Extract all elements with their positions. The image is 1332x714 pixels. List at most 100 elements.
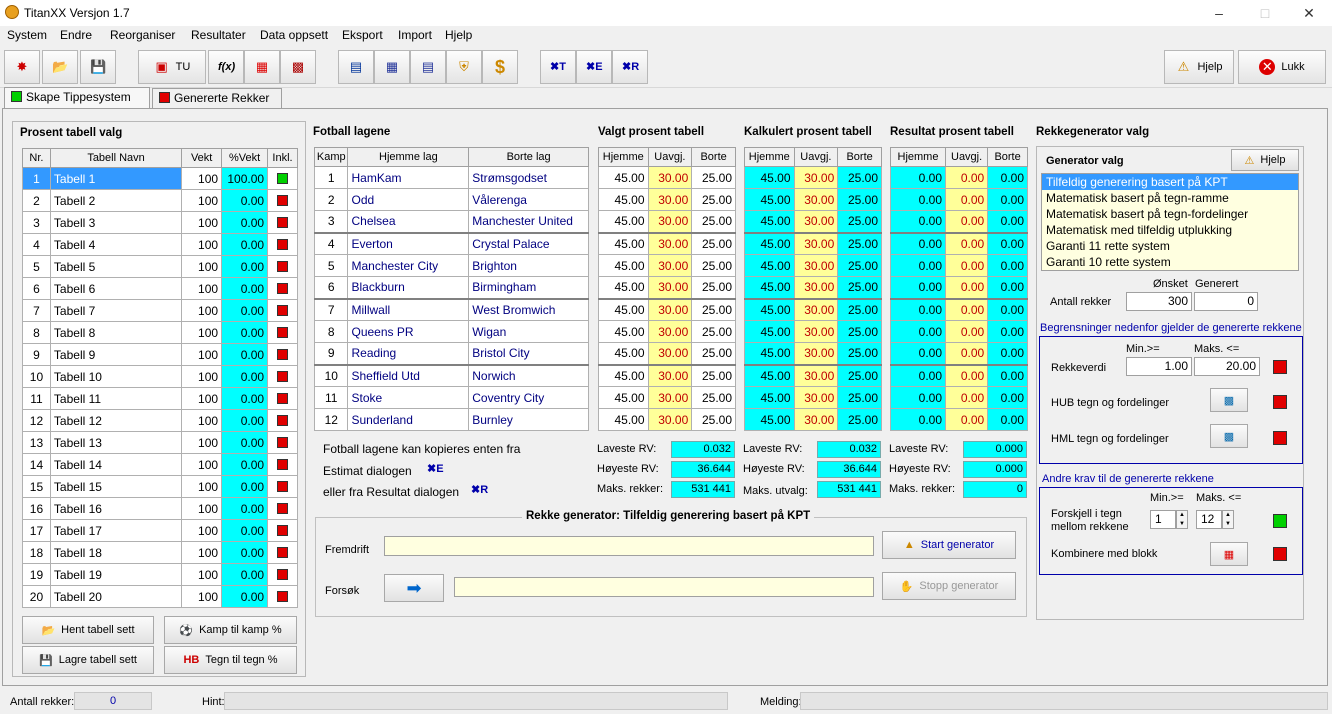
row-inkl[interactable] <box>267 211 298 234</box>
kalk-row[interactable]: 45.00 30.00 25.00 <box>744 276 882 299</box>
row-inkl[interactable] <box>267 321 298 344</box>
minimize-button[interactable]: – <box>1196 0 1242 26</box>
prosent-row[interactable]: 19 Tabell 19 100 0.00 <box>22 563 298 586</box>
row-inkl[interactable] <box>267 343 298 366</box>
valgt-row[interactable]: 45.00 30.00 25.00 <box>598 166 736 189</box>
row-hjemme[interactable]: 0.00 <box>890 364 946 387</box>
row-hjemme[interactable]: 45.00 <box>744 408 795 431</box>
row-borte[interactable]: 25.00 <box>691 254 736 277</box>
save-button[interactable]: 💾 <box>80 50 116 84</box>
red-square-icon[interactable] <box>277 436 289 448</box>
row-uavgj[interactable]: 0.00 <box>944 408 989 431</box>
row-uavgj[interactable]: 0.00 <box>944 386 989 409</box>
row-hjemme[interactable]: 45.00 <box>744 298 795 321</box>
red-square-icon[interactable] <box>277 590 289 602</box>
row-uavgj[interactable]: 30.00 <box>647 298 693 321</box>
row-hjemme[interactable]: 45.00 <box>744 364 795 387</box>
row-borte-lag[interactable]: West Bromwich <box>468 298 589 321</box>
row-inkl[interactable] <box>267 387 298 410</box>
fotball-row[interactable]: 10 Sheffield Utd Norwich <box>313 364 589 387</box>
row-hjemme[interactable]: 45.00 <box>744 254 795 277</box>
kalk-row[interactable]: 45.00 30.00 25.00 <box>744 408 882 431</box>
row-vekt[interactable]: 100 <box>181 387 223 410</box>
row-uavgj[interactable]: 30.00 <box>647 232 693 255</box>
resultat-row[interactable]: 0.00 0.00 0.00 <box>890 210 1028 233</box>
fotball-row[interactable]: 5 Manchester City Brighton <box>313 254 589 277</box>
row-hjemme[interactable]: 0.00 <box>890 232 946 255</box>
forskjell-status-indicator[interactable] <box>1273 514 1287 528</box>
generator-option[interactable]: Garanti 11 rette system <box>1042 238 1298 254</box>
row-borte-lag[interactable]: Burnley <box>468 408 589 431</box>
kpt-r-button[interactable]: ✖R <box>612 50 648 84</box>
row-hjemme[interactable]: 45.00 <box>598 342 649 365</box>
row-vekt[interactable]: 100 <box>181 211 223 234</box>
valgt-row[interactable]: 45.00 30.00 25.00 <box>598 342 736 365</box>
row-borte-lag[interactable]: Wigan <box>468 320 589 343</box>
valgt-row[interactable]: 45.00 30.00 25.00 <box>598 298 736 321</box>
row-hjemme[interactable]: 45.00 <box>598 276 649 299</box>
prosent-row[interactable]: 11 Tabell 11 100 0.00 <box>22 387 298 410</box>
row-borte[interactable]: 0.00 <box>987 276 1028 299</box>
prosent-row[interactable]: 5 Tabell 5 100 0.00 <box>22 255 298 278</box>
fotball-row[interactable]: 8 Queens PR Wigan <box>313 320 589 343</box>
row-borte[interactable]: 25.00 <box>837 364 882 387</box>
row-uavgj[interactable]: 30.00 <box>647 320 693 343</box>
row-inkl[interactable] <box>267 189 298 212</box>
row-uavgj[interactable]: 0.00 <box>944 232 989 255</box>
green-square-icon[interactable] <box>277 172 289 184</box>
prosent-row[interactable]: 16 Tabell 16 100 0.00 <box>22 497 298 520</box>
row-hjemme-lag[interactable]: Manchester City <box>347 254 470 277</box>
hml-edit-button[interactable]: ▩ <box>1210 424 1248 448</box>
row-vekt[interactable]: 100 <box>181 431 223 454</box>
generator-option[interactable]: Tilfeldig generering basert på KPT <box>1042 174 1298 190</box>
forskjell-max-spinner[interactable]: ▲ ▼ <box>1222 510 1234 529</box>
row-uavgj[interactable]: 30.00 <box>793 254 839 277</box>
valgt-row[interactable]: 45.00 30.00 25.00 <box>598 232 736 255</box>
row-borte[interactable]: 25.00 <box>691 276 736 299</box>
row-inkl[interactable] <box>267 453 298 476</box>
prosent-row[interactable]: 14 Tabell 14 100 0.00 <box>22 453 298 476</box>
rekkeverdi-min-input[interactable]: 1.00 <box>1126 357 1192 376</box>
row-borte[interactable]: 25.00 <box>837 166 882 189</box>
row-inkl[interactable] <box>267 299 298 322</box>
prosent-row[interactable]: 1 Tabell 1 100 100.00 <box>22 167 298 190</box>
row-uavgj[interactable]: 30.00 <box>793 276 839 299</box>
table-button[interactable]: ▦ <box>374 50 410 84</box>
red-square-icon[interactable] <box>277 260 289 272</box>
generator-help-button[interactable]: ⚠ Hjelp <box>1231 149 1299 171</box>
row-vekt[interactable]: 100 <box>181 277 223 300</box>
generator-option[interactable]: Matematisk med tilfeldig utplukking <box>1042 222 1298 238</box>
row-vekt[interactable]: 100 <box>181 255 223 278</box>
red-square-icon[interactable] <box>277 414 289 426</box>
valgt-row[interactable]: 45.00 30.00 25.00 <box>598 254 736 277</box>
row-inkl[interactable] <box>267 431 298 454</box>
dollar-button[interactable]: $ <box>482 50 518 84</box>
resultat-row[interactable]: 0.00 0.00 0.00 <box>890 232 1028 255</box>
tab-genererte-rekker[interactable]: Genererte Rekker <box>152 88 282 108</box>
prosent-row[interactable]: 6 Tabell 6 100 0.00 <box>22 277 298 300</box>
maximize-button[interactable]: □ <box>1242 0 1288 26</box>
red-square-icon[interactable] <box>277 194 289 206</box>
menu-system[interactable]: System <box>7 28 47 42</box>
red-square-icon[interactable] <box>277 238 289 250</box>
red-square-icon[interactable] <box>277 568 289 580</box>
row-borte[interactable]: 0.00 <box>987 166 1028 189</box>
resultat-row[interactable]: 0.00 0.00 0.00 <box>890 386 1028 409</box>
row-uavgj[interactable]: 30.00 <box>793 342 839 365</box>
red-square-icon[interactable] <box>277 326 289 338</box>
row-borte[interactable]: 25.00 <box>691 386 736 409</box>
generator-option[interactable]: Matematisk basert på tegn-fordelinger <box>1042 206 1298 222</box>
row-hjemme[interactable]: 45.00 <box>598 188 649 211</box>
fotball-row[interactable]: 12 Sunderland Burnley <box>313 408 589 431</box>
row-hjemme[interactable]: 45.00 <box>598 232 649 255</box>
row-vekt[interactable]: 100 <box>181 519 223 542</box>
row-uavgj[interactable]: 0.00 <box>944 320 989 343</box>
row-hjemme[interactable]: 45.00 <box>598 166 649 189</box>
row-uavgj[interactable]: 30.00 <box>647 166 693 189</box>
kalk-row[interactable]: 45.00 30.00 25.00 <box>744 364 882 387</box>
prosent-row[interactable]: 15 Tabell 15 100 0.00 <box>22 475 298 498</box>
row-uavgj[interactable]: 0.00 <box>944 276 989 299</box>
forskjell-min-input[interactable]: 1 <box>1150 510 1176 529</box>
row-borte-lag[interactable]: Strømsgodset <box>468 166 589 189</box>
kpt-t-button[interactable]: ✖T <box>540 50 576 84</box>
